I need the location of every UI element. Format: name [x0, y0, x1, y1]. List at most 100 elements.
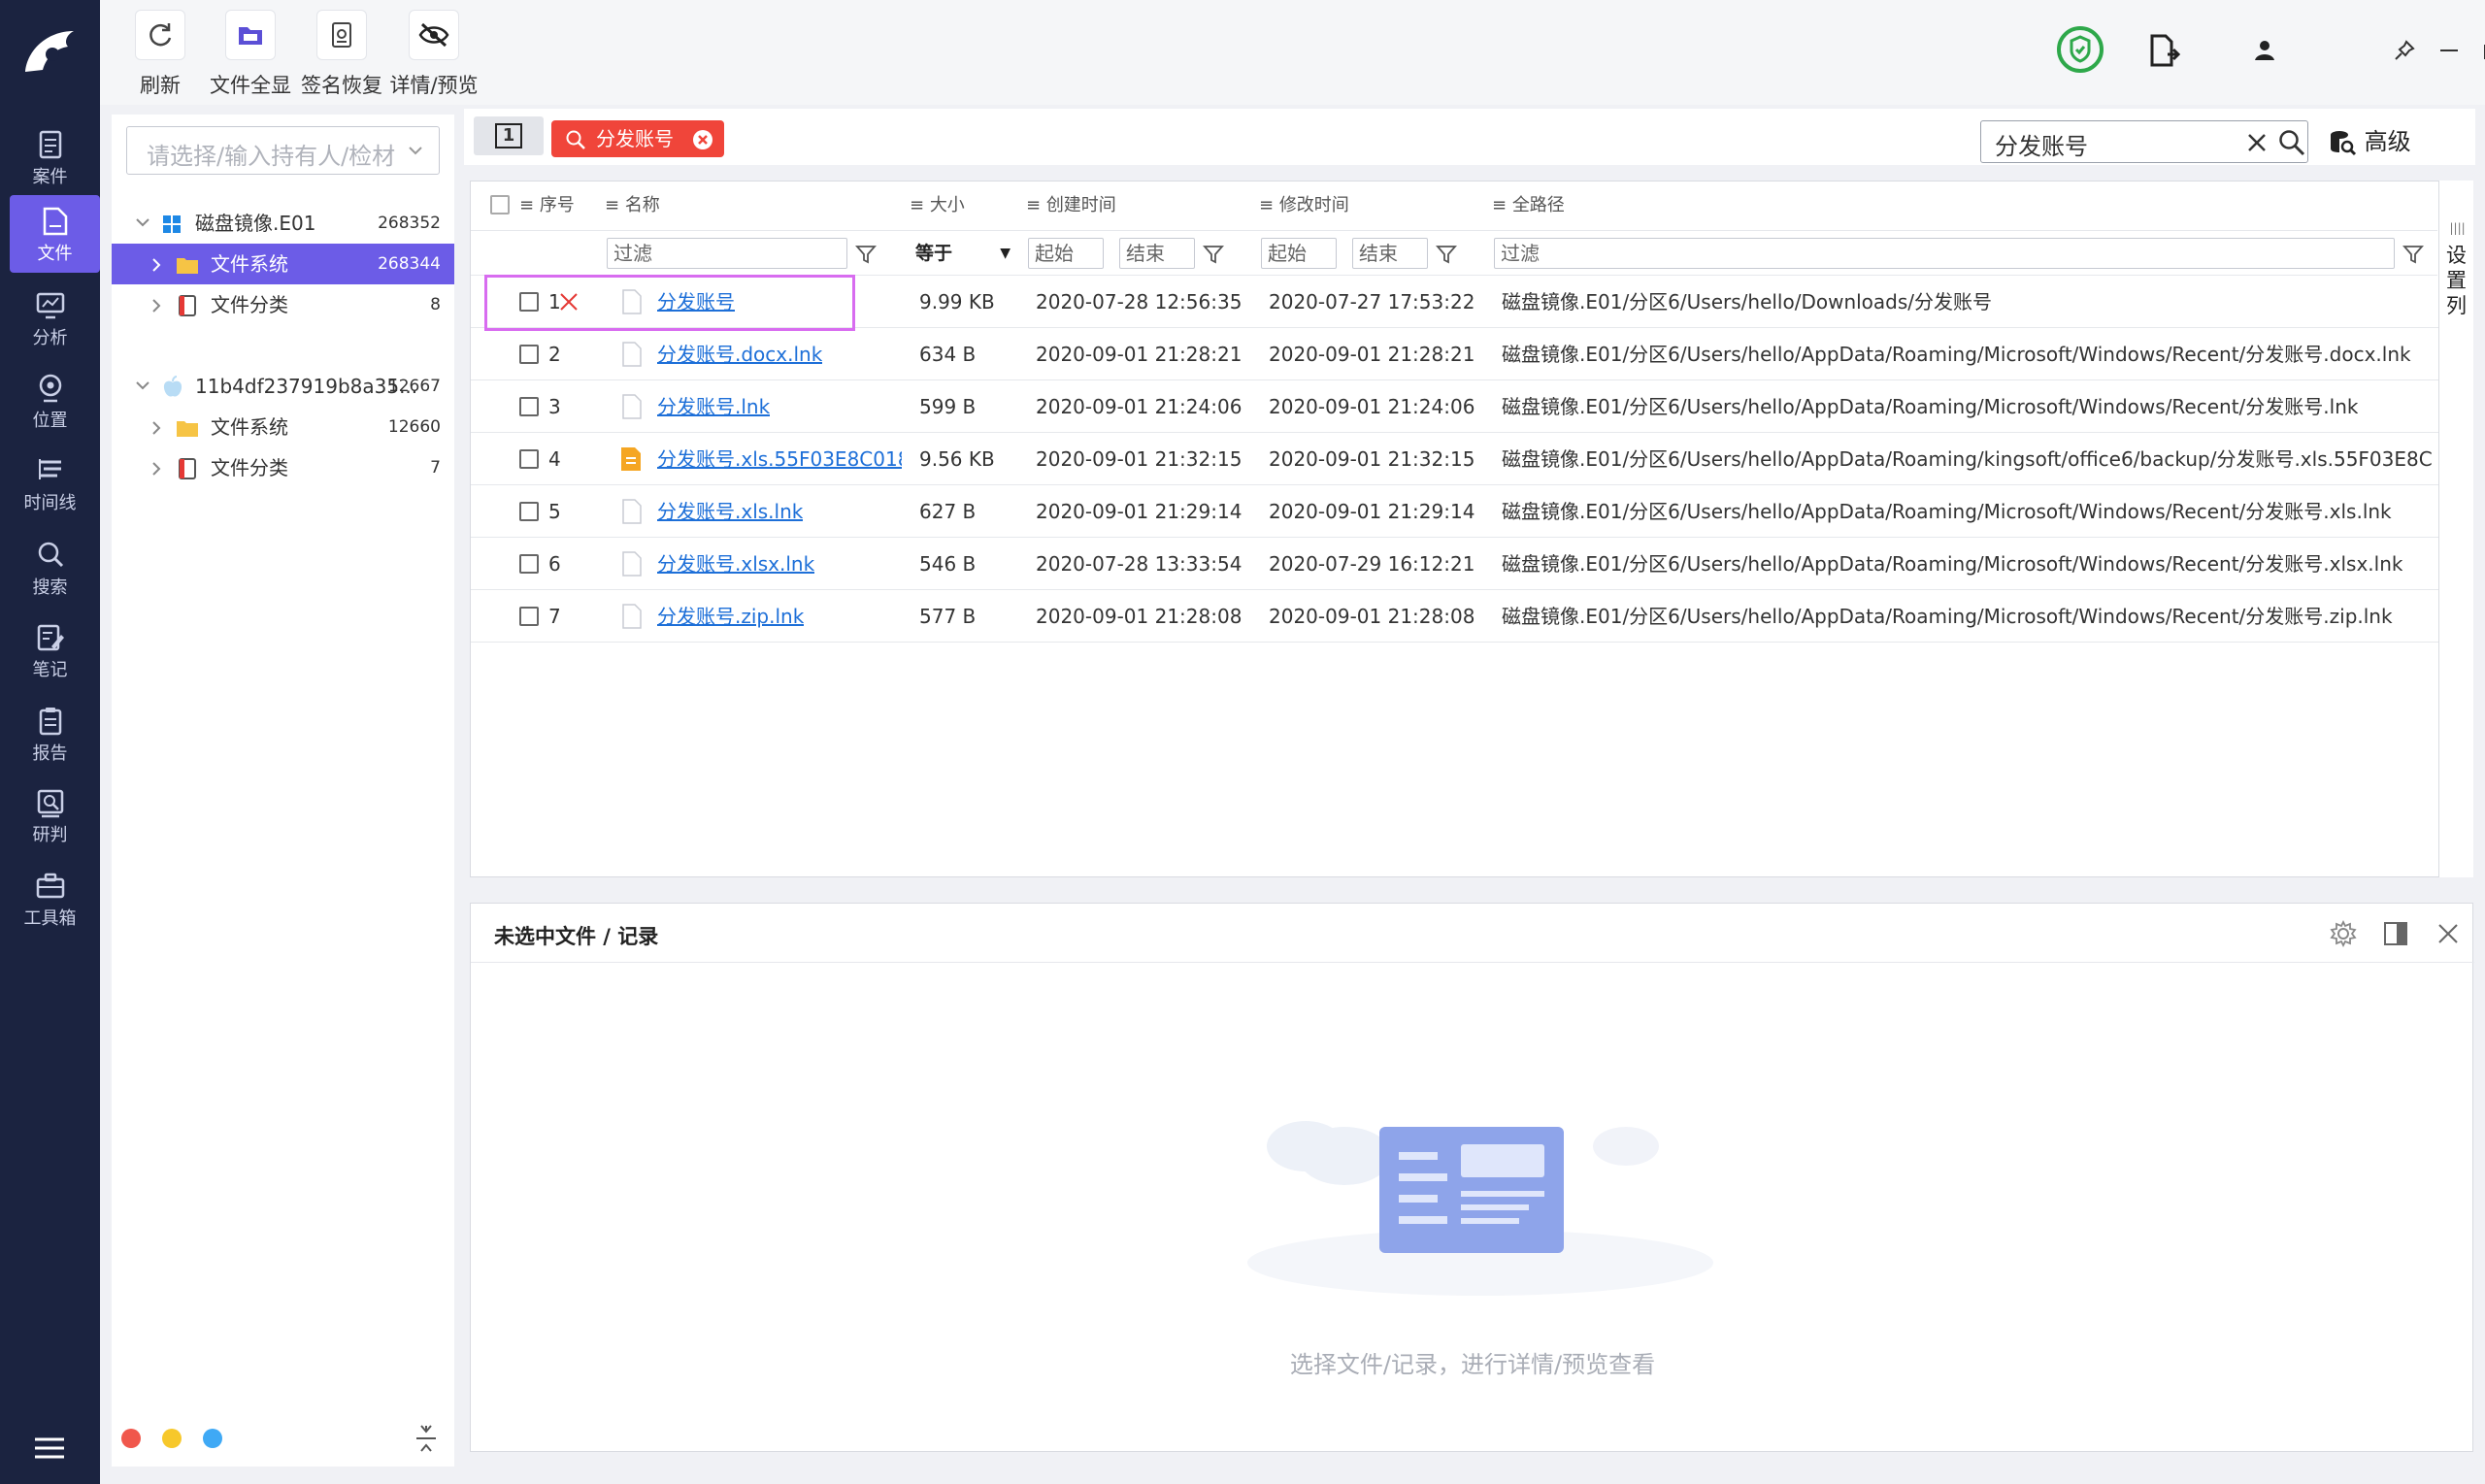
- row-name-link[interactable]: 分发账号.zip.lnk: [657, 590, 804, 643]
- nav-item-report[interactable]: 报告: [0, 695, 100, 773]
- tree-node-category-1[interactable]: 文件分类 8: [112, 284, 454, 325]
- nav-item-judge[interactable]: 研判: [0, 776, 100, 854]
- row-name-link[interactable]: 分发账号.lnk: [657, 380, 770, 433]
- table-row[interactable]: 7 分发账号.zip.lnk 577 B 2020-09-01 21:28:08 202…: [471, 590, 2441, 643]
- filter-icon[interactable]: [1203, 244, 1224, 265]
- split-view-icon[interactable]: [2381, 919, 2410, 948]
- yellow-dot[interactable]: [162, 1429, 182, 1448]
- row-modified: 2020-09-01 21:28:21: [1269, 343, 1475, 366]
- tree-node-count: 12660: [387, 417, 441, 437]
- col-header-name[interactable]: ≡ 名称: [605, 181, 660, 230]
- row-path: 磁盘镜像.E01/分区6/Users/hello/AppData/Roaming…: [1502, 500, 2392, 523]
- row-path: 磁盘镜像.E01/分区6/Users/hello/AppData/Roaming…: [1502, 605, 2393, 628]
- row-checkbox[interactable]: [519, 607, 539, 626]
- chevron-right-icon: [152, 421, 161, 435]
- row-seq: 2: [548, 343, 561, 366]
- row-path: 磁盘镜像.E01/分区6/Users/hello/AppData/Roaming…: [1502, 395, 2359, 418]
- tree-node-filesystem-1[interactable]: 文件系统 268344: [112, 244, 454, 284]
- row-name-link[interactable]: 分发账号.xls.lnk: [657, 485, 803, 538]
- size-operator-select[interactable]: 等于 ▼: [915, 238, 1016, 269]
- nav-item-file[interactable]: 文件: [10, 195, 100, 273]
- tree-node-count: 7: [430, 458, 441, 478]
- row-created: 2020-09-01 21:28:21: [1036, 343, 1242, 366]
- nav-item-analysis[interactable]: 分析: [0, 280, 100, 357]
- row-size: 627 B: [919, 500, 977, 523]
- export-file-icon[interactable]: [2148, 33, 2181, 68]
- blue-dot[interactable]: [203, 1429, 222, 1448]
- modified-end-input[interactable]: 结束: [1352, 238, 1428, 269]
- nav-item-toolbox[interactable]: 工具箱: [0, 860, 100, 938]
- detail-preview-button[interactable]: 详情/预览: [387, 10, 480, 99]
- table-row[interactable]: 5 分发账号.xls.lnk 627 B 2020-09-01 21:29:14 202…: [471, 485, 2441, 538]
- col-header-created[interactable]: ≡ 创建时间: [1026, 181, 1116, 230]
- gear-icon[interactable]: [2329, 919, 2358, 948]
- minimize-icon[interactable]: [2437, 39, 2461, 62]
- table-row[interactable]: 3 分发账号.lnk 599 B 2020-09-01 21:24:06 2020-09…: [471, 380, 2441, 433]
- row-name-link[interactable]: 分发账号.xlsx.lnk: [657, 538, 814, 590]
- row-checkbox[interactable]: [519, 554, 539, 574]
- col-header-seq[interactable]: ≡ 序号: [519, 181, 575, 230]
- table-row[interactable]: 4 分发账号.xls.55F03E8C0188 9.56 KB 2020-09-01 …: [471, 433, 2441, 485]
- column-settings-sidebar[interactable]: |||| 设置列: [2438, 181, 2473, 877]
- search-icon[interactable]: [2278, 129, 2305, 156]
- collapse-icon[interactable]: [414, 1423, 438, 1454]
- tree-node-apple-device[interactable]: 11b4df237919b8a35... 12667: [112, 366, 454, 407]
- advanced-search-button[interactable]: 高级: [2328, 122, 2411, 157]
- category-icon: [179, 458, 196, 479]
- search-icon: [38, 542, 63, 568]
- nav-label: 位置: [32, 411, 68, 431]
- tree-node-disk-image[interactable]: 磁盘镜像.E01 268352: [112, 203, 454, 244]
- menu-icon[interactable]: [33, 1435, 66, 1462]
- col-header-path[interactable]: ≡ 全路径: [1492, 181, 1565, 230]
- search-input[interactable]: 分发账号: [1980, 120, 2308, 163]
- tab-number[interactable]: 1: [474, 116, 544, 155]
- row-size: 599 B: [919, 395, 977, 418]
- row-checkbox[interactable]: [519, 449, 539, 469]
- signature-recover-button[interactable]: 签名恢复: [298, 10, 385, 99]
- file-icon: [622, 551, 642, 577]
- nav-label: 搜索: [32, 577, 68, 598]
- header-divider: [471, 230, 2437, 231]
- tree-node-label: 文件系统: [211, 252, 288, 276]
- row-name-link[interactable]: 分发账号.docx.lnk: [657, 328, 822, 380]
- nav-item-search[interactable]: 搜索: [0, 529, 100, 607]
- refresh-button[interactable]: 刷新: [131, 10, 189, 99]
- created-start-input[interactable]: 起始: [1028, 238, 1104, 269]
- col-header-size[interactable]: ≡ 大小: [910, 181, 965, 230]
- tree-node-category-2[interactable]: 文件分类 7: [112, 447, 454, 488]
- red-dot[interactable]: [121, 1429, 141, 1448]
- col-header-modified[interactable]: ≡ 修改时间: [1259, 181, 1349, 230]
- nav-item-location[interactable]: 位置: [0, 362, 100, 440]
- detail-preview-label: 详情/预览: [389, 74, 479, 97]
- created-end-input[interactable]: 结束: [1119, 238, 1195, 269]
- close-circle-icon[interactable]: [691, 128, 714, 151]
- row-name-link[interactable]: 分发账号.xls.55F03E8C0188: [657, 433, 902, 485]
- row-modified: 2020-07-29 16:12:21: [1269, 552, 1475, 576]
- filter-icon[interactable]: [2402, 244, 2424, 265]
- path-filter-input[interactable]: 过滤: [1494, 238, 2395, 269]
- filter-icon[interactable]: [855, 244, 877, 265]
- table-row[interactable]: 6 分发账号.xlsx.lnk 546 B 2020-07-28 13:33:54 20…: [471, 538, 2441, 590]
- close-panel-icon[interactable]: [2434, 919, 2463, 948]
- row-checkbox[interactable]: [519, 345, 539, 364]
- holder-select[interactable]: 请选择/输入持有人/检材: [126, 126, 440, 175]
- filter-icon[interactable]: [1436, 244, 1457, 265]
- clear-icon[interactable]: [2245, 131, 2269, 154]
- nav-item-case[interactable]: 案件: [0, 118, 100, 196]
- tree-node-count: 268344: [378, 254, 441, 274]
- user-icon[interactable]: [2253, 39, 2276, 62]
- tree-node-filesystem-2[interactable]: 文件系统 12660: [112, 407, 454, 447]
- search-tab[interactable]: 分发账号: [551, 120, 724, 157]
- name-filter-input[interactable]: 过滤: [607, 238, 847, 269]
- windows-icon: [163, 215, 181, 233]
- nav-item-timeline[interactable]: 时间线: [0, 445, 100, 522]
- select-all-checkbox[interactable]: [490, 195, 510, 214]
- nav-item-note[interactable]: 笔记: [0, 611, 100, 689]
- pin-icon[interactable]: [2393, 39, 2416, 62]
- shield-icon[interactable]: [2056, 25, 2104, 74]
- row-checkbox[interactable]: [519, 502, 539, 521]
- table-row[interactable]: 2 分发账号.docx.lnk 634 B 2020-09-01 21:28:21 20…: [471, 328, 2441, 380]
- row-checkbox[interactable]: [519, 397, 539, 416]
- show-all-files-button[interactable]: 文件全显: [207, 10, 294, 99]
- modified-start-input[interactable]: 起始: [1261, 238, 1337, 269]
